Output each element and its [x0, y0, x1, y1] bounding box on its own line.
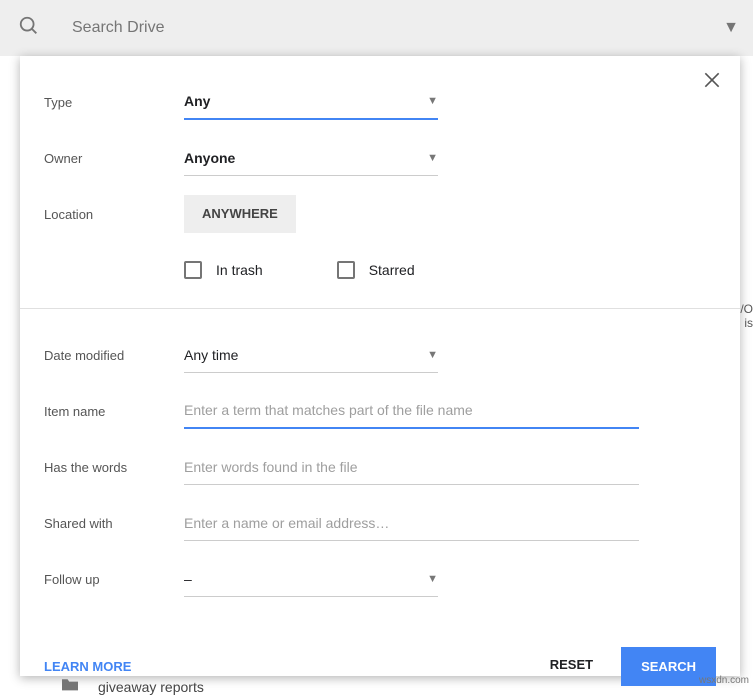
shared-with-input[interactable] [184, 505, 639, 541]
location-checkbox-row: In trash Starred [44, 250, 716, 290]
starred-label: Starred [369, 262, 415, 278]
folder-name: giveaway reports [98, 679, 204, 695]
close-icon[interactable] [702, 70, 722, 95]
learn-more-link[interactable]: LEARN MORE [44, 659, 131, 674]
watermark: wsxdn.com [699, 675, 749, 686]
dropdown-arrow-icon: ▼ [427, 95, 438, 107]
has-words-input[interactable] [184, 449, 639, 485]
edge-text: /O is [735, 302, 753, 330]
search-bar: ▼ [0, 0, 753, 56]
divider [20, 308, 740, 309]
starred-checkbox[interactable] [337, 261, 355, 279]
has-words-label: Has the words [44, 460, 184, 475]
type-select[interactable]: Any ▼ [184, 84, 438, 120]
search-options-chevron-icon[interactable]: ▼ [723, 19, 739, 37]
search-input[interactable] [72, 19, 713, 37]
follow-up-label: Follow up [44, 572, 184, 587]
advanced-search-panel: Type Any ▼ Owner Anyone ▼ Location ANYWH… [20, 56, 740, 676]
dropdown-arrow-icon: ▼ [427, 573, 438, 585]
folder-icon [60, 676, 80, 697]
dropdown-arrow-icon: ▼ [427, 152, 438, 164]
date-modified-label: Date modified [44, 348, 184, 363]
type-value: Any [184, 93, 210, 109]
reset-button[interactable]: RESET [534, 647, 609, 686]
follow-up-select[interactable]: – ▼ [184, 561, 438, 597]
owner-value: Anyone [184, 150, 235, 166]
location-anywhere-button[interactable]: ANYWHERE [184, 195, 296, 233]
location-label: Location [44, 207, 184, 222]
type-label: Type [44, 95, 184, 110]
shared-with-label: Shared with [44, 516, 184, 531]
dropdown-arrow-icon: ▼ [427, 349, 438, 361]
item-name-input[interactable] [184, 393, 639, 429]
date-modified-value: Any time [184, 347, 238, 363]
date-modified-select[interactable]: Any time ▼ [184, 337, 438, 373]
folder-row[interactable]: giveaway reports [60, 676, 204, 697]
in-trash-label: In trash [216, 262, 263, 278]
follow-up-value: – [184, 571, 192, 587]
search-icon [18, 15, 40, 42]
in-trash-checkbox[interactable] [184, 261, 202, 279]
owner-select[interactable]: Anyone ▼ [184, 140, 438, 176]
owner-label: Owner [44, 151, 184, 166]
item-name-label: Item name [44, 404, 184, 419]
